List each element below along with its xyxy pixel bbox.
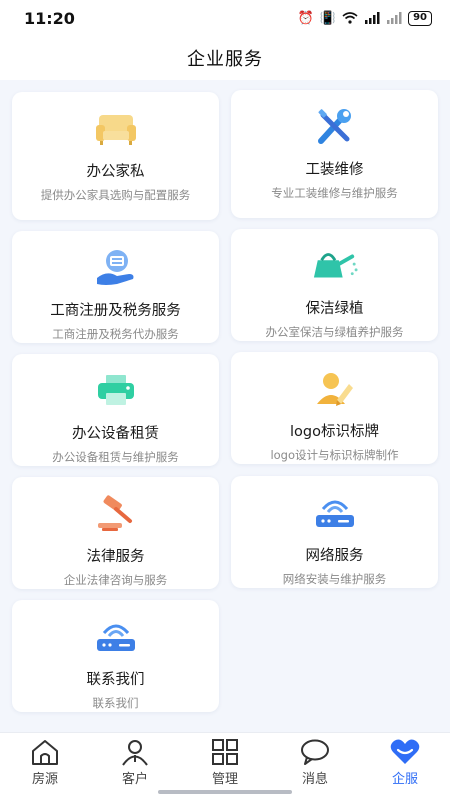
service-name: 法律服务 (86, 549, 145, 565)
service-name: 办公家私 (86, 164, 145, 180)
service-desc: 办公室保洁与绿植养护服务 (265, 325, 404, 339)
tax-hand-icon (93, 245, 139, 291)
watering-can-icon (312, 243, 358, 289)
wifi-icon (342, 12, 358, 24)
signal-icon-2 (387, 12, 402, 24)
service-card-cleaning-plants[interactable]: 保洁绿植 办公室保洁与绿植养护服务 (231, 229, 438, 341)
tab-label: 消息 (301, 772, 328, 787)
service-card-renovation-repair[interactable]: 工装维修 专业工装维修与维护服务 (231, 90, 438, 218)
signal-icon (365, 12, 380, 24)
service-name: 工商注册及税务服务 (50, 303, 181, 319)
service-desc: 提供办公家具选购与配置服务 (40, 188, 191, 202)
user-icon (122, 740, 148, 766)
heart-icon (390, 739, 420, 764)
status-bar: 11:20 ⏰ 📳 90 (0, 0, 450, 36)
service-desc: 联系我们 (92, 696, 139, 710)
tab-label: 客户 (121, 772, 148, 787)
gavel-icon (93, 491, 139, 537)
service-name: 工装维修 (305, 162, 364, 178)
alarm-icon: ⏰ (297, 10, 314, 26)
tab-listings[interactable]: 房源 (0, 733, 90, 800)
tab-label: 管理 (211, 772, 238, 787)
service-card-equipment-leasing[interactable]: 办公设备租赁 办公设备租赁与维护服务 (12, 354, 219, 466)
service-card-business-registration[interactable]: 工商注册及税务服务 工商注册及税务代办服务 (12, 231, 219, 343)
tab-label: 企服 (391, 772, 418, 787)
tab-enterprise-services[interactable]: 企服 (360, 733, 450, 800)
person-pen-icon (312, 366, 358, 412)
service-name: 网络服务 (305, 548, 364, 564)
battery-indicator: 90 (408, 10, 432, 26)
sofa-icon (93, 106, 139, 152)
grid-icon (212, 739, 238, 765)
title-bar: 企业服务 (0, 36, 450, 80)
service-card-legal[interactable]: 法律服务 企业法律咨询与服务 (12, 477, 219, 589)
router-icon (93, 614, 139, 660)
page-title: 企业服务 (187, 49, 263, 70)
service-desc: logo设计与标识标牌制作 (270, 448, 399, 462)
service-desc: 办公设备租赁与维护服务 (52, 450, 179, 464)
router-icon (312, 490, 358, 536)
house-icon (32, 740, 58, 765)
service-card-network[interactable]: 网络服务 网络安装与维护服务 (231, 476, 438, 588)
service-name: 保洁绿植 (305, 301, 364, 317)
service-desc: 企业法律咨询与服务 (63, 573, 168, 587)
service-name: logo标识标牌 (290, 424, 379, 440)
home-indicator[interactable] (158, 790, 292, 794)
printer-icon (93, 368, 139, 414)
service-desc: 专业工装维修与维护服务 (271, 186, 398, 200)
wrench-screwdriver-icon (312, 104, 358, 150)
service-card-contact-us[interactable]: 联系我们 联系我们 (12, 600, 219, 712)
status-icons: ⏰ 📳 90 (297, 10, 432, 26)
status-time: 11:20 (24, 8, 75, 28)
service-name: 联系我们 (86, 672, 145, 688)
vibrate-icon: 📳 (319, 10, 337, 26)
service-card-office-furniture[interactable]: 办公家私 提供办公家具选购与配置服务 (12, 92, 219, 220)
service-desc: 工商注册及税务代办服务 (52, 327, 179, 341)
service-name: 办公设备租赁 (72, 426, 159, 442)
service-desc: 网络安装与维护服务 (282, 572, 387, 586)
tab-label: 房源 (31, 772, 58, 787)
service-card-logo-signage[interactable]: logo标识标牌 logo设计与标识标牌制作 (231, 352, 438, 464)
chat-bubble-icon (301, 739, 329, 765)
